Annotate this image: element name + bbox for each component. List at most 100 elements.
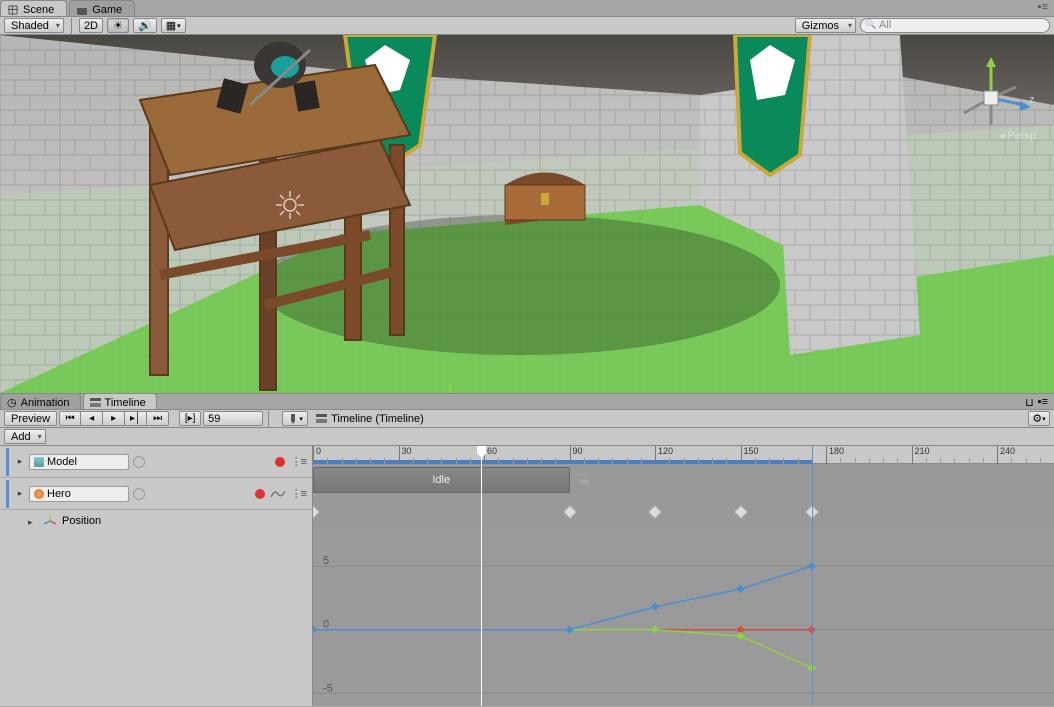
curves-toggle-icon[interactable] bbox=[271, 489, 285, 499]
keyframe-diamond[interactable] bbox=[648, 505, 662, 519]
tab-timeline-label: Timeline bbox=[105, 397, 146, 409]
track-menu-icon[interactable]: ⋮≡ bbox=[291, 487, 306, 500]
play-button[interactable]: ▸ bbox=[103, 411, 125, 426]
foldout-icon[interactable] bbox=[28, 516, 38, 526]
timeline-icon bbox=[90, 397, 101, 408]
timeline-control-bar: Preview ⏮ ◂ ▸ ▸│ ⏭ [▸] 59 ▾ Timeline (Ti… bbox=[0, 410, 1054, 428]
play-range-button[interactable]: [▸] bbox=[179, 411, 201, 426]
timeline-asset-name: Timeline (Timeline) bbox=[310, 413, 430, 425]
goto-end-button[interactable]: ⏭ bbox=[147, 411, 169, 426]
chevron-left-icon: ◂ bbox=[999, 129, 1005, 142]
add-track-button[interactable]: Add bbox=[4, 429, 46, 444]
scene-render bbox=[0, 35, 1054, 393]
keyframe-diamond[interactable] bbox=[733, 505, 747, 519]
marker-button[interactable]: ▾ bbox=[282, 411, 308, 426]
model-clip-row: Idle ∞ bbox=[313, 464, 1054, 496]
timeline-content-panel[interactable]: 0306090120150180210240 Idle ∞ 50-5 bbox=[313, 446, 1054, 706]
prev-frame-button[interactable]: ◂ bbox=[81, 411, 103, 426]
subtrack-position[interactable]: Position bbox=[0, 510, 312, 532]
shading-mode-dropdown[interactable]: Shaded bbox=[4, 18, 64, 33]
scene-search[interactable]: All bbox=[860, 18, 1050, 33]
tab-scene[interactable]: Scene bbox=[0, 0, 67, 16]
model-binding-field[interactable]: Model bbox=[29, 454, 129, 470]
window-menu-icon[interactable]: ▪≡ bbox=[1038, 1, 1048, 13]
track-menu-icon[interactable]: ⋮≡ bbox=[291, 455, 306, 468]
track-color-bar bbox=[6, 448, 9, 476]
tab-animation-label: Animation bbox=[21, 397, 70, 409]
add-label: Add bbox=[11, 431, 31, 443]
gameobject-icon bbox=[34, 489, 44, 499]
hero-label: Hero bbox=[47, 488, 71, 500]
search-placeholder: All bbox=[879, 19, 891, 31]
gear-icon: ⚙ bbox=[1032, 412, 1042, 425]
track-model[interactable]: Model ⋮≡ bbox=[0, 446, 312, 478]
tab-animation[interactable]: ◷ Animation bbox=[0, 393, 81, 409]
fx-toggle[interactable]: ▦▾ bbox=[161, 18, 186, 33]
sun-icon: ☀ bbox=[113, 19, 123, 32]
speaker-icon: 🔊 bbox=[138, 19, 152, 32]
projection-label[interactable]: ◂Persp bbox=[999, 129, 1036, 142]
scene-viewport[interactable]: z ◂Persp bbox=[0, 35, 1054, 393]
range-end-marker[interactable] bbox=[812, 446, 813, 706]
scene-toolbar: Shaded 2D ☀ 🔊 ▦▾ Gizmos All bbox=[0, 17, 1054, 35]
divider bbox=[268, 411, 269, 427]
frame-field[interactable]: 59 bbox=[203, 411, 263, 426]
object-picker-icon[interactable] bbox=[133, 456, 145, 468]
goto-start-button[interactable]: ⏮ bbox=[59, 411, 81, 426]
toolbar-divider bbox=[71, 18, 72, 34]
timeline-asset-icon bbox=[316, 413, 327, 424]
hero-binding-field[interactable]: Hero bbox=[29, 486, 129, 502]
tab-game[interactable]: Game bbox=[69, 0, 135, 16]
preview-label: Preview bbox=[11, 413, 50, 425]
shading-mode-label: Shaded bbox=[11, 20, 49, 32]
lock-icon[interactable]: ⊔ bbox=[1025, 396, 1034, 409]
keyframe-diamond[interactable] bbox=[562, 505, 576, 519]
curves-plot: 50-5 bbox=[313, 528, 1054, 706]
timeline-body: Model ⋮≡ Hero ⋮≡ bbox=[0, 446, 1054, 706]
track-hero[interactable]: Hero ⋮≡ bbox=[0, 478, 312, 510]
time-ruler[interactable]: 0306090120150180210240 bbox=[313, 446, 1054, 464]
settings-button[interactable]: ⚙▾ bbox=[1028, 411, 1050, 426]
foldout-icon[interactable] bbox=[15, 489, 25, 499]
frame-value: 59 bbox=[208, 413, 220, 425]
clip-label: Idle bbox=[432, 474, 450, 486]
timeline-asset-label: Timeline (Timeline) bbox=[331, 413, 424, 425]
track-list-panel: Model ⋮≡ Hero ⋮≡ bbox=[0, 446, 313, 706]
gameobject-icon bbox=[34, 457, 44, 467]
curves-area[interactable]: 50-5 bbox=[313, 528, 1054, 706]
tab-scene-label: Scene bbox=[23, 4, 54, 16]
tab-game-label: Game bbox=[92, 4, 122, 16]
add-track-bar: Add bbox=[0, 428, 1054, 446]
gizmos-label: Gizmos bbox=[802, 20, 839, 32]
2d-toggle-label: 2D bbox=[84, 20, 98, 32]
persp-text: Persp bbox=[1007, 130, 1036, 142]
svg-text:5: 5 bbox=[323, 555, 329, 567]
ruler-tick: 60 bbox=[484, 446, 497, 464]
idle-clip[interactable]: Idle ∞ bbox=[313, 467, 570, 493]
svg-text:z: z bbox=[1029, 94, 1035, 106]
object-picker-icon[interactable] bbox=[133, 488, 145, 500]
ruler-tick: 30 bbox=[399, 446, 412, 464]
foldout-icon[interactable] bbox=[15, 457, 25, 467]
svg-text:0: 0 bbox=[323, 619, 329, 631]
next-frame-button[interactable]: ▸│ bbox=[125, 411, 147, 426]
keyframe-diamond[interactable] bbox=[313, 505, 320, 519]
lighting-toggle[interactable]: ☀ bbox=[107, 18, 129, 33]
position-label: Position bbox=[62, 515, 101, 527]
playback-buttons: ⏮ ◂ ▸ ▸│ ⏭ bbox=[59, 411, 169, 426]
panel-menu-icon[interactable]: ▪≡ bbox=[1038, 396, 1048, 409]
model-label: Model bbox=[47, 456, 77, 468]
tab-timeline[interactable]: Timeline bbox=[83, 393, 157, 409]
record-button[interactable] bbox=[275, 457, 285, 467]
record-button[interactable] bbox=[255, 489, 265, 499]
preview-toggle[interactable]: Preview bbox=[4, 411, 57, 426]
gizmos-dropdown[interactable]: Gizmos bbox=[795, 18, 856, 33]
2d-toggle[interactable]: 2D bbox=[79, 18, 103, 33]
scene-game-tab-bar: Scene Game ▪≡ bbox=[0, 0, 1054, 17]
hero-keyframe-row bbox=[313, 496, 1054, 528]
audio-toggle[interactable]: 🔊 bbox=[133, 18, 157, 33]
picture-icon: ▦ bbox=[166, 19, 176, 32]
transform-icon bbox=[44, 515, 56, 527]
track-color-bar bbox=[6, 480, 9, 508]
ruler-tick: 90 bbox=[570, 446, 583, 464]
